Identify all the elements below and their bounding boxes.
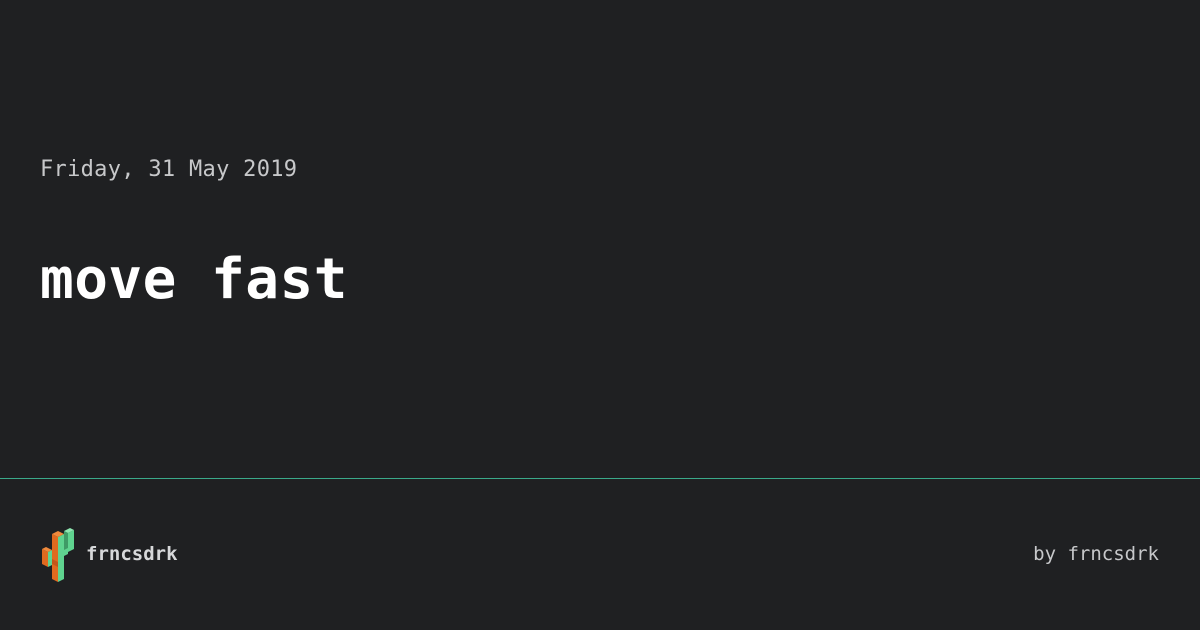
post-title: move fast bbox=[40, 247, 348, 312]
post-date: Friday, 31 May 2019 bbox=[40, 157, 298, 182]
brand[interactable]: frncsdrk bbox=[40, 523, 178, 585]
cactus-logo-icon bbox=[42, 528, 74, 582]
footer: frncsdrk by frncsdrk bbox=[0, 479, 1200, 630]
brand-name: frncsdrk bbox=[86, 543, 178, 565]
author-byline: by frncsdrk bbox=[1033, 543, 1159, 565]
